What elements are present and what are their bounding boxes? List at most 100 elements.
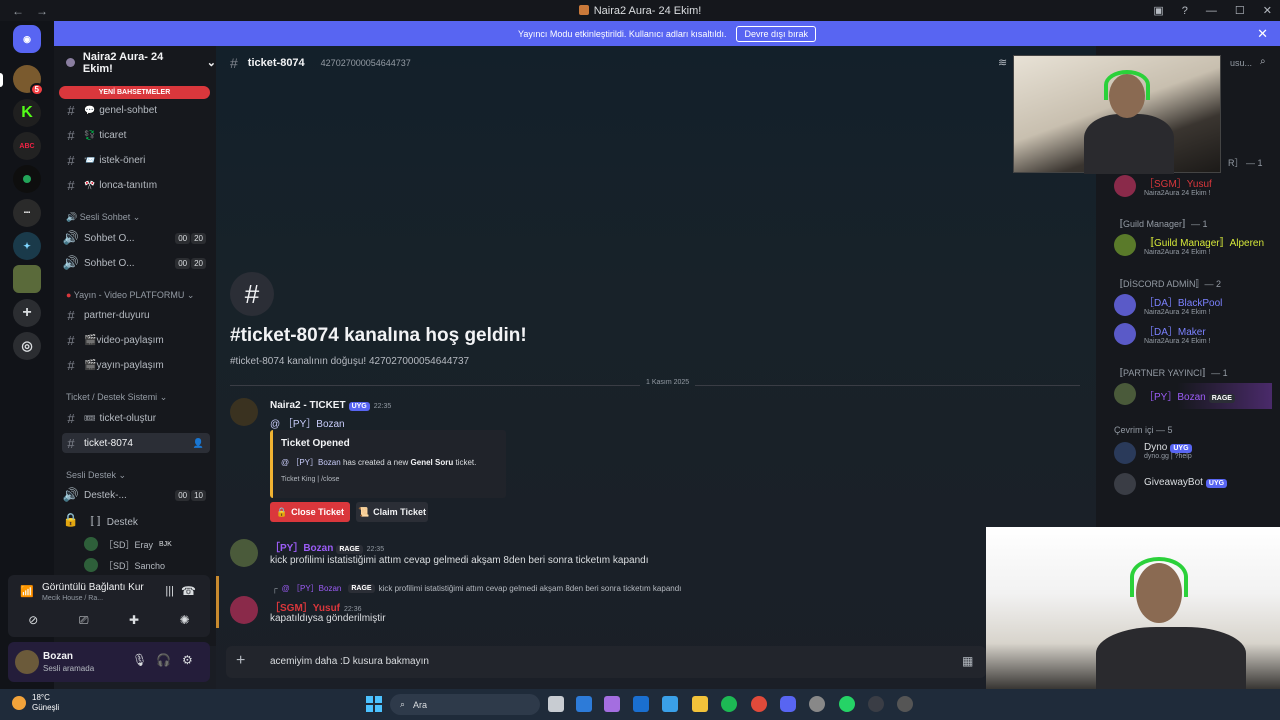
weather-widget[interactable]: 18°C Güneşli: [12, 693, 59, 713]
server-icon-abc[interactable]: ABC: [13, 132, 41, 160]
member-item[interactable]: ［SGM］Yusuf Naira2Aura 24 Ekim !: [1114, 175, 1212, 197]
headphones-icon[interactable]: 🎧: [156, 653, 171, 667]
avatar[interactable]: [230, 398, 258, 426]
voice-channel-destek-locked[interactable]: 🔒 〚 〛Destek: [62, 510, 210, 530]
member-item[interactable]: 〚Guild Manager〛Alperen Naira2Aura 24 Ekim…: [1114, 234, 1264, 256]
message-text: @ ［PY］Bozan: [270, 419, 345, 430]
app-icon[interactable]: [868, 696, 884, 712]
member-item[interactable]: GiveawayBot UYG: [1114, 473, 1228, 495]
store-icon[interactable]: [662, 696, 678, 712]
channel-ticaret[interactable]: # 💱 ticaret: [62, 125, 210, 145]
voice-channel-destek[interactable]: 🔊 Destek-... 00 10: [62, 485, 210, 505]
message-author[interactable]: Naira2 - TICKET UYG 22:35: [270, 400, 391, 411]
chevron-down-icon: ⌄: [206, 57, 216, 69]
back-arrow-icon[interactable]: ←: [12, 4, 24, 18]
minimize-icon[interactable]: —: [1206, 5, 1217, 17]
add-server-icon[interactable]: +: [13, 299, 41, 327]
member-item[interactable]: ［PY］Bozan RAGE: [1114, 383, 1272, 409]
avatar: [1114, 442, 1136, 464]
app-icon[interactable]: [897, 696, 913, 712]
inbox-icon[interactable]: ▣: [1153, 4, 1163, 17]
mention-highlight: [216, 576, 219, 628]
activities-icon[interactable]: ✚: [129, 613, 139, 628]
member-item[interactable]: Dyno UYG dyno.gg | ?help: [1114, 442, 1192, 464]
server-icon-naira[interactable]: 5: [13, 65, 44, 96]
disable-streamer-mode-button[interactable]: Devre dışı bırak: [736, 25, 816, 42]
avatar: [84, 537, 98, 551]
discover-icon[interactable]: ◎: [13, 332, 41, 360]
voice-member[interactable]: ［SD］Eray BJK: [84, 537, 172, 551]
message-composer[interactable]: + acemiyim daha :D kusura bakmayın: [226, 646, 986, 678]
speaker-icon: 🔊: [66, 212, 80, 222]
server-icon-text[interactable]: ▪▪▪: [13, 199, 41, 227]
gear-icon[interactable]: ⚙: [182, 653, 193, 667]
avatar[interactable]: [230, 596, 258, 624]
channel-partner-duyuru[interactable]: # partner-duyuru: [62, 305, 210, 325]
message-author[interactable]: ［PY］Bozan RAGE 22:35: [270, 539, 384, 554]
taskbar-search[interactable]: ⌕ Ara: [390, 694, 540, 715]
claim-ticket-button[interactable]: 📜 Claim Ticket: [356, 502, 428, 522]
whatsapp-icon[interactable]: [839, 696, 855, 712]
discord-icon[interactable]: [780, 696, 796, 712]
app-icon[interactable]: [809, 696, 825, 712]
add-member-icon[interactable]: 👤: [193, 438, 204, 449]
server-icon-dark[interactable]: [13, 165, 41, 193]
avatar[interactable]: [15, 650, 39, 674]
threads-icon[interactable]: ≋: [998, 56, 1007, 69]
voice-member[interactable]: ［SD］Sancho: [84, 558, 165, 572]
microphone-icon[interactable]: 🎙: [132, 653, 147, 667]
reply-preview[interactable]: ┌ @ ［PY］Bozan RAGE kick profilimi istati…: [272, 583, 681, 594]
spotify-icon[interactable]: [721, 696, 737, 712]
channel-ticket-8074[interactable]: # ticket-8074 👤: [62, 433, 210, 453]
camera-off-icon[interactable]: ⊘: [28, 613, 38, 628]
member-item[interactable]: ［DA］Maker Naira2Aura 24 Ekim !: [1114, 323, 1211, 345]
soundboard-icon[interactable]: ✺: [180, 613, 190, 628]
outlook-icon[interactable]: [633, 696, 649, 712]
discord-home-icon[interactable]: ◉: [13, 25, 41, 53]
channel-ticket-olustur[interactable]: # 🎟 ticket-oluştur: [62, 408, 210, 428]
disconnect-icon[interactable]: ☎: [181, 584, 196, 598]
search-partial-text[interactable]: usu...: [1230, 58, 1252, 68]
gift-icon[interactable]: ▦: [962, 654, 973, 668]
forward-arrow-icon[interactable]: →: [36, 4, 48, 18]
role-header-discord-admin: 〚DİSCORD ADMİN〛— 2: [1114, 279, 1222, 289]
maximize-icon[interactable]: ☐: [1235, 4, 1245, 17]
attach-plus-icon[interactable]: +: [236, 652, 245, 670]
voice-channel-sohbet-1[interactable]: 🔊 Sohbet O... 00 20: [62, 228, 210, 248]
search-icon: ⌕: [400, 699, 406, 709]
channel-lonca-tanitim[interactable]: # 🎌 lonca-tanıtım: [62, 175, 210, 195]
member-item[interactable]: ［DA］BlackPool Naira2Aura 24 Ekim !: [1114, 294, 1222, 316]
channel-genel-sohbet[interactable]: # 💬 genel-sohbet: [62, 100, 210, 120]
channel-yayin-paylasim[interactable]: # 🎬yayın-paylaşım: [62, 355, 210, 375]
server-header[interactable]: Naira2 Aura- 24 Ekim! ⌄: [54, 46, 216, 79]
file-explorer-icon[interactable]: [692, 696, 708, 712]
server-icon-star[interactable]: ✦: [13, 232, 41, 260]
close-window-icon[interactable]: ✕: [1263, 4, 1272, 17]
server-icon-landscape[interactable]: [13, 265, 41, 293]
chrome-icon[interactable]: [751, 696, 767, 712]
noise-suppression-icon[interactable]: |||: [165, 585, 174, 597]
role-header-guild-manager: 〚Guild Manager〛— 1: [1114, 219, 1208, 229]
close-banner-icon[interactable]: ✕: [1257, 26, 1268, 42]
channel-video-paylasim[interactable]: # 🎬video-paylaşım: [62, 330, 210, 350]
message-author[interactable]: ［SGM］Yusuf 22:36: [270, 599, 362, 614]
category-sesli-sohbet[interactable]: 🔊 Sesli Sohbet ⌄: [66, 212, 140, 223]
channel-istek-oneri[interactable]: # 📨 istek-öneri: [62, 150, 210, 170]
app-icon[interactable]: [576, 696, 592, 712]
new-mentions-pill[interactable]: YENİ BAHSETMELER: [59, 86, 210, 99]
close-ticket-button[interactable]: 🔒 Close Ticket: [270, 502, 350, 522]
windows-start-icon[interactable]: [366, 696, 382, 712]
search-icon[interactable]: ⌕: [1260, 56, 1266, 67]
avatar[interactable]: [230, 539, 258, 567]
help-icon[interactable]: ?: [1182, 5, 1188, 17]
category-yayin-video[interactable]: ● Yayın - Video PLATFORMU ⌄: [66, 290, 194, 301]
windows-taskbar: 18°C Güneşli ⌕ Ara: [0, 689, 1280, 720]
kick-server-icon[interactable]: K: [13, 99, 41, 127]
category-sesli-destek[interactable]: Sesli Destek ⌄: [66, 470, 126, 481]
screen-share-icon[interactable]: ⎚: [79, 613, 89, 628]
copilot-icon[interactable]: [604, 696, 620, 712]
category-ticket[interactable]: Ticket / Destek Sistemi ⌄: [66, 392, 167, 403]
task-view-icon[interactable]: [548, 696, 564, 712]
message-input[interactable]: acemiyim daha :D kusura bakmayın: [270, 656, 429, 667]
voice-channel-sohbet-2[interactable]: 🔊 Sohbet O... 00 20: [62, 253, 210, 273]
